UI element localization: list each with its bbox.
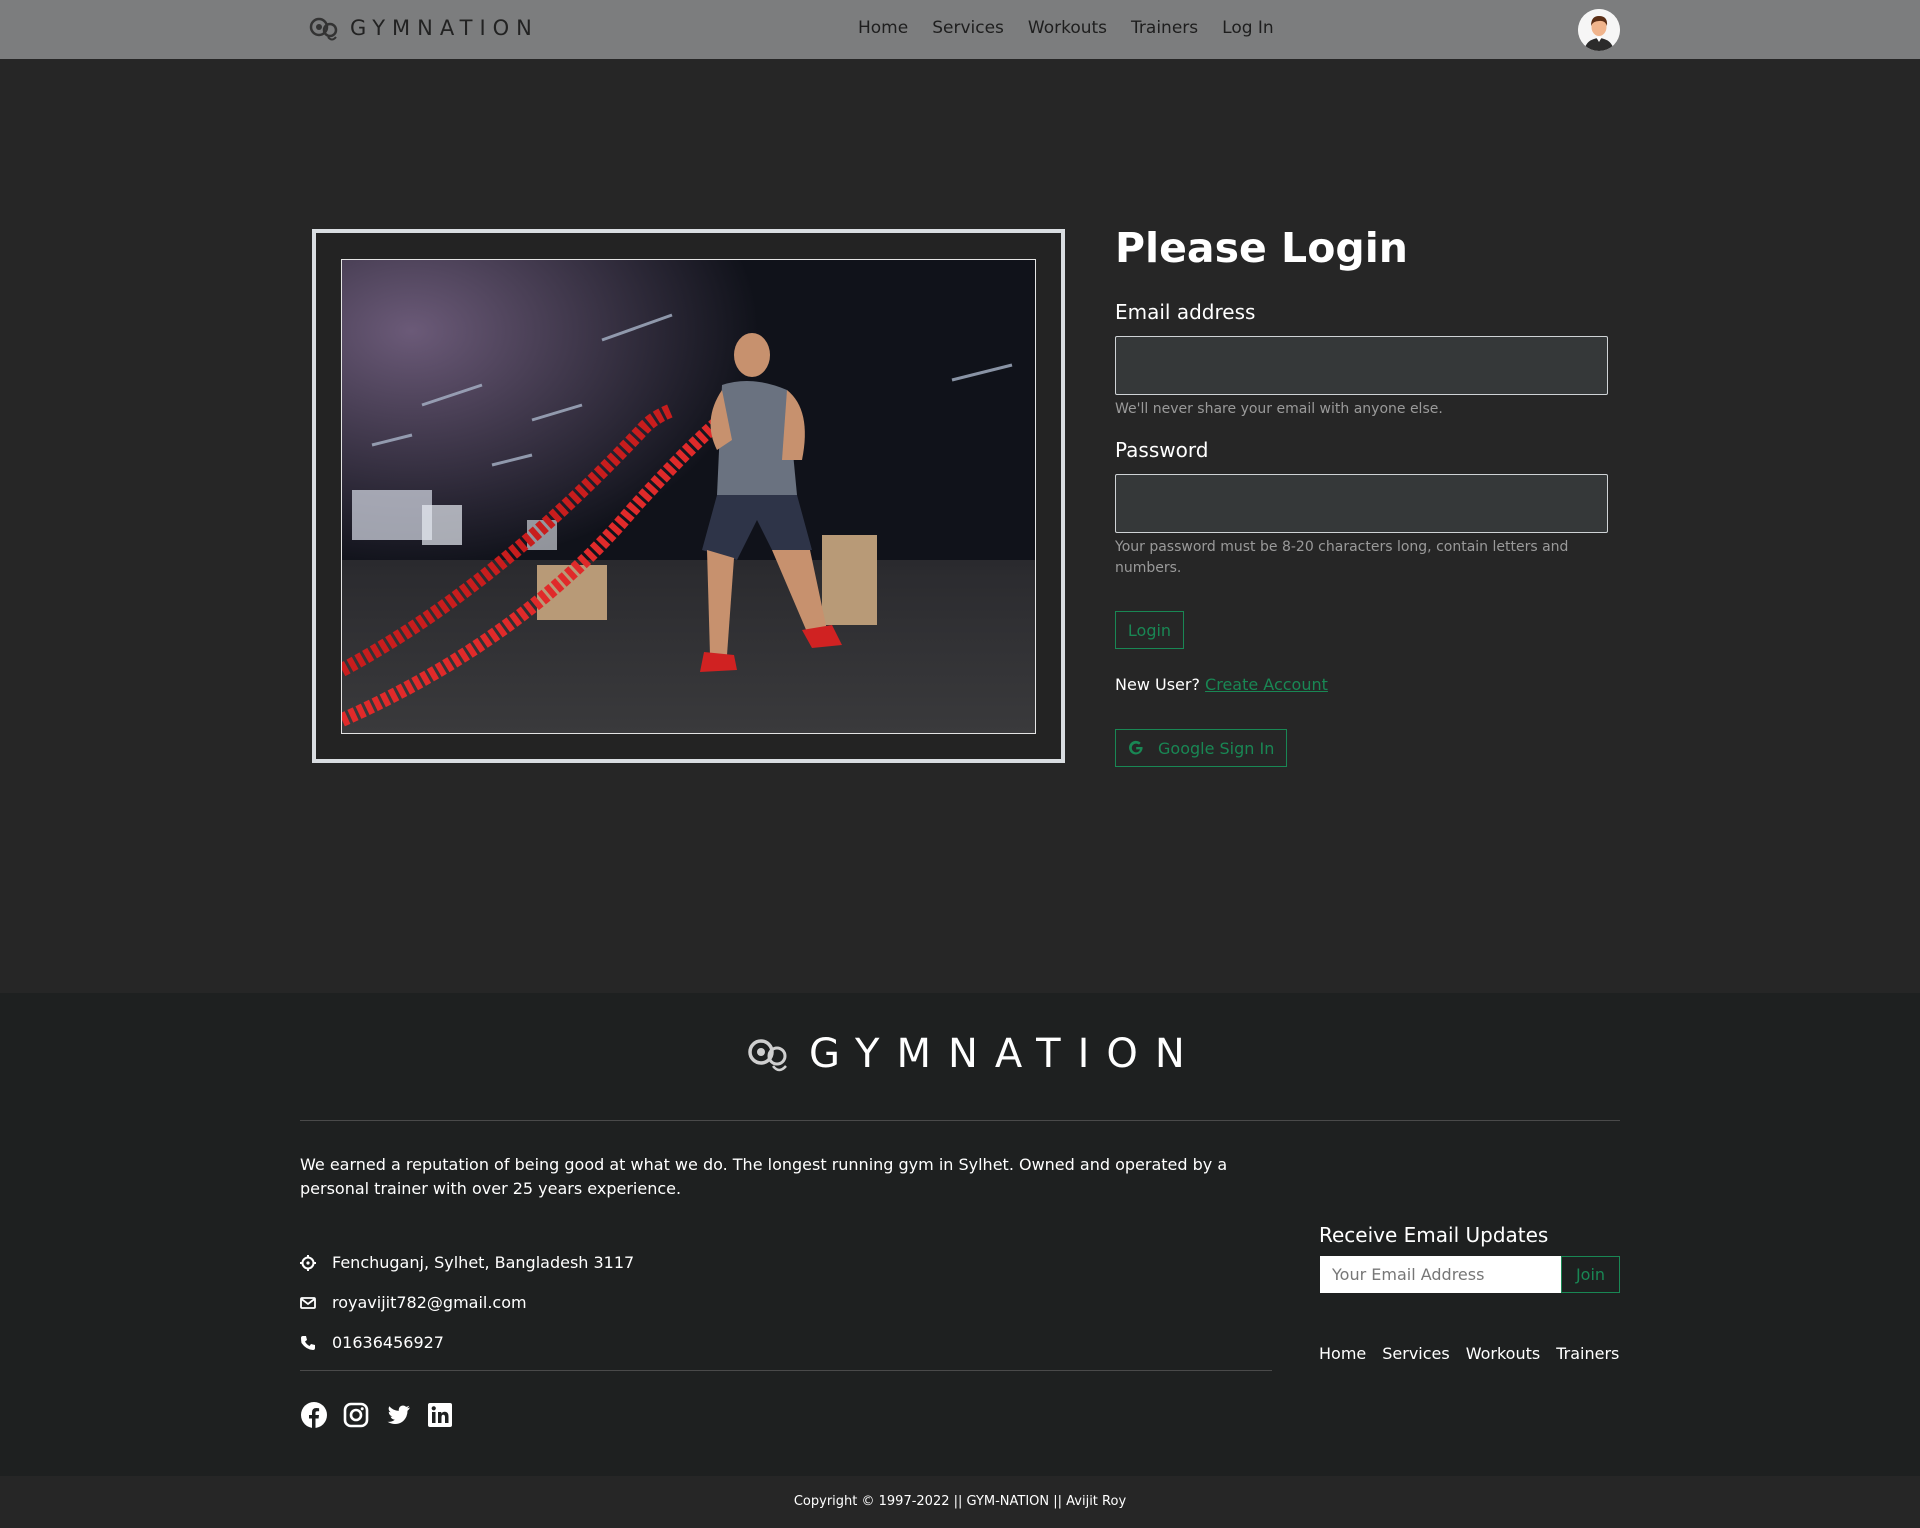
nav-services[interactable]: Services bbox=[932, 18, 1004, 38]
email-help-text: We'll never share your email with anyone… bbox=[1115, 401, 1443, 417]
login-button[interactable]: Login bbox=[1115, 611, 1184, 649]
nav-workouts[interactable]: Workouts bbox=[1028, 18, 1107, 38]
dumbbell-logo-icon bbox=[309, 17, 338, 41]
create-account-link[interactable]: Create Account bbox=[1205, 675, 1328, 694]
nav-home[interactable]: Home bbox=[858, 18, 908, 38]
password-label: Password bbox=[1115, 438, 1209, 462]
google-sign-in-button[interactable]: Google Sign In bbox=[1115, 729, 1287, 767]
footer-link-workouts[interactable]: Workouts bbox=[1466, 1344, 1540, 1363]
crosshairs-icon bbox=[300, 1254, 316, 1271]
battle-ropes-photo bbox=[342, 260, 1035, 733]
site-footer: GYMNATION We earned a reputation of bein… bbox=[0, 993, 1920, 1476]
top-navbar: GYMNATION Home Services Workouts Trainer… bbox=[0, 0, 1920, 59]
social-links bbox=[300, 1401, 468, 1429]
footer-link-services[interactable]: Services bbox=[1382, 1344, 1449, 1363]
copyright-bar: Copyright © 1997-2022 || GYM-NATION || A… bbox=[0, 1476, 1920, 1528]
newsletter-email-input[interactable] bbox=[1320, 1256, 1561, 1293]
join-button[interactable]: Join bbox=[1561, 1256, 1620, 1293]
password-help-text: Your password must be 8-20 characters lo… bbox=[1115, 539, 1569, 576]
footer-link-trainers[interactable]: Trainers bbox=[1556, 1344, 1619, 1363]
email-updates-title: Receive Email Updates bbox=[1319, 1223, 1549, 1247]
gym-hero-image bbox=[341, 259, 1036, 734]
footer-link-home[interactable]: Home bbox=[1319, 1344, 1366, 1363]
page-title: Please Login bbox=[1115, 224, 1408, 272]
password-field[interactable] bbox=[1115, 474, 1608, 533]
contact-phone: 01636456927 bbox=[300, 1333, 444, 1352]
footer-about-text: We earned a reputation of being good at … bbox=[300, 1155, 1228, 1198]
footer-brand-logo[interactable]: GYMNATION bbox=[746, 1031, 1202, 1077]
contact-email: royavijit782@gmail.com bbox=[300, 1293, 527, 1312]
avatar-icon bbox=[1578, 9, 1620, 51]
new-user-text: New User? bbox=[1115, 675, 1200, 694]
address-text: Fenchuganj, Sylhet, Bangladesh 3117 bbox=[332, 1253, 635, 1272]
main-nav: Home Services Workouts Trainers Log In bbox=[858, 18, 1298, 38]
google-icon bbox=[1129, 740, 1143, 755]
envelope-icon bbox=[300, 1296, 316, 1309]
user-avatar[interactable] bbox=[1578, 9, 1620, 51]
footer-brand-name: GYMNATION bbox=[809, 1031, 1202, 1077]
instagram-icon[interactable] bbox=[342, 1401, 370, 1429]
dumbbell-logo-icon bbox=[748, 1039, 787, 1072]
brand-name: GYMNATION bbox=[350, 16, 539, 40]
footer-nav: Home Services Workouts Trainers bbox=[1319, 1344, 1619, 1363]
twitter-icon[interactable] bbox=[384, 1401, 412, 1429]
footer-divider bbox=[300, 1370, 1272, 1371]
contact-address: Fenchuganj, Sylhet, Bangladesh 3117 bbox=[300, 1253, 634, 1272]
brand-logo[interactable]: GYMNATION bbox=[308, 13, 539, 43]
linkedin-icon[interactable] bbox=[426, 1401, 454, 1429]
footer-divider bbox=[300, 1120, 1620, 1121]
email-field[interactable] bbox=[1115, 336, 1608, 395]
google-sign-in-label: Google Sign In bbox=[1158, 738, 1275, 758]
new-user-prompt: New User? Create Account bbox=[1115, 675, 1328, 694]
phone-icon bbox=[301, 1335, 315, 1350]
email-text[interactable]: royavijit782@gmail.com bbox=[332, 1293, 527, 1312]
nav-login[interactable]: Log In bbox=[1222, 18, 1274, 38]
nav-trainers[interactable]: Trainers bbox=[1131, 18, 1198, 38]
email-label: Email address bbox=[1115, 300, 1256, 324]
facebook-icon[interactable] bbox=[300, 1401, 328, 1429]
phone-text[interactable]: 01636456927 bbox=[332, 1333, 444, 1352]
